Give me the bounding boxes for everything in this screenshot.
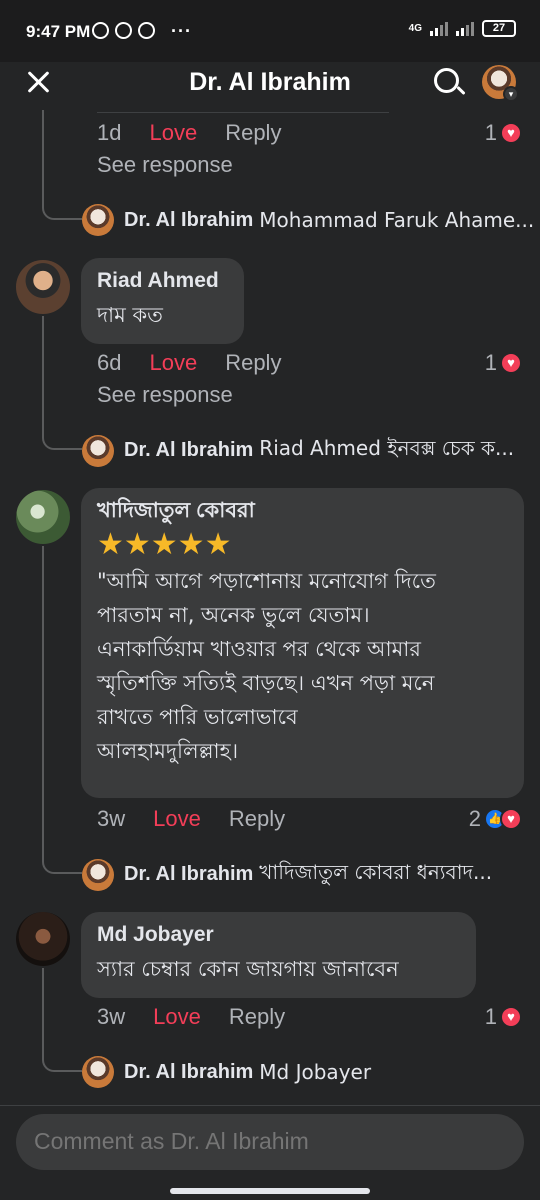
comment-author[interactable]: Riad Ahmed: [97, 268, 228, 294]
avatar: [82, 1056, 114, 1088]
reply-author: Dr. Al Ibrahim: [124, 1060, 254, 1083]
notification-icons: ···: [92, 20, 192, 41]
comment-time: 3w: [97, 1004, 126, 1029]
comment-composer[interactable]: [16, 1114, 524, 1170]
comment-input[interactable]: [34, 1128, 494, 1155]
reaction-summary[interactable]: 1: [485, 1004, 522, 1030]
reply-preview[interactable]: Dr. Al Ibrahim খাদিজাতুল কোবরা ধন্যবাদ..…: [82, 858, 492, 891]
avatar[interactable]: [16, 912, 70, 966]
love-button[interactable]: Love: [149, 120, 197, 146]
thread-connector: [42, 1008, 82, 1072]
shield-icon: [138, 22, 155, 39]
status-bar: 9:47 PM ··· 4G 27: [0, 0, 540, 62]
reaction-summary[interactable]: 1: [485, 120, 522, 146]
avatar: [82, 858, 114, 891]
search-icon[interactable]: [432, 66, 466, 100]
love-button[interactable]: Love: [149, 350, 197, 376]
signal-icon: [430, 21, 448, 36]
comment-bubble[interactable]: Md Jobayer স্যার চেম্বার কোন জায়গায় জা…: [81, 912, 476, 998]
reply-snippet: খাদিজাতুল কোবরা ধন্যবাদ...: [259, 860, 493, 884]
reaction-count: 1: [484, 350, 497, 375]
heart-icon: [500, 1006, 522, 1028]
thread-connector: [42, 150, 82, 220]
status-time: 9:47 PM: [26, 22, 91, 41]
reaction-summary[interactable]: 2: [469, 806, 522, 832]
home-indicator[interactable]: [170, 1188, 370, 1194]
reply-button[interactable]: Reply: [229, 806, 285, 832]
reply-button[interactable]: Reply: [225, 350, 281, 376]
battery-icon: 27: [482, 20, 516, 37]
avatar: [82, 204, 114, 236]
see-response-link[interactable]: See response: [97, 152, 233, 178]
reply-preview[interactable]: Dr. Al Ibrahim Mohammad Faruk Ahame...: [82, 204, 534, 236]
profile-avatar[interactable]: ▾: [482, 65, 519, 102]
network-label: 4G: [408, 22, 422, 34]
reply-snippet: Md Jobayer: [259, 1060, 372, 1084]
reply-author: Dr. Al Ibrahim: [124, 208, 254, 231]
thread-connector: [42, 806, 82, 874]
love-button[interactable]: Love: [153, 1004, 201, 1030]
more-notifications-icon: ···: [171, 20, 192, 41]
thread-line: [42, 968, 44, 1008]
rating-stars: ★★★★★: [97, 528, 232, 561]
signal-icon-2: [456, 21, 474, 36]
comment-actions: 6d Love Reply: [97, 350, 281, 376]
reply-preview[interactable]: Dr. Al Ibrahim Riad Ahmed ইনবক্স চেক ক..…: [82, 434, 514, 467]
see-response-link[interactable]: See response: [97, 382, 233, 408]
comment-author[interactable]: Md Jobayer: [97, 922, 460, 948]
comments-thread[interactable]: 1d Love Reply 1 See response Dr. Al Ibra…: [0, 110, 540, 1105]
comment-time: 6d: [97, 350, 122, 375]
thread-line: [42, 316, 44, 376]
avatar[interactable]: [16, 260, 70, 314]
comment-text: স্যার চেম্বার কোন জায়গায় জানাবেন: [97, 957, 399, 981]
system-icons: 4G 27: [409, 20, 516, 37]
heart-icon: [500, 808, 522, 830]
comment-bubble[interactable]: খাদিজাতুল কোবরা ★★★★★ "আমি আগে পড়াশোনায…: [81, 488, 524, 798]
reaction-count: 1: [484, 1004, 497, 1029]
comment-time: 1d: [97, 120, 122, 145]
thread-connector: [42, 376, 82, 450]
avatar: [82, 434, 114, 467]
comment-actions: 1d Love Reply: [97, 120, 281, 146]
chevron-down-icon[interactable]: ▾: [503, 86, 519, 102]
comment-author[interactable]: খাদিজাতুল কোবরা: [97, 498, 508, 524]
divider: [97, 112, 389, 113]
reply-snippet: Riad Ahmed ইনবক্স চেক ক...: [259, 436, 515, 460]
whatsapp-icon: [92, 22, 109, 39]
comment-time: 3w: [97, 806, 126, 831]
heart-icon: [500, 122, 522, 144]
reaction-summary[interactable]: 1: [485, 350, 522, 376]
reply-snippet: Mohammad Faruk Ahame...: [259, 208, 535, 232]
love-button[interactable]: Love: [153, 806, 201, 832]
avatar[interactable]: [16, 490, 70, 544]
comment-text: "আমি আগে পড়াশোনায় মনোযোগ দিতে পারতাম ন…: [97, 569, 436, 763]
thread-line: [42, 110, 44, 150]
messenger-icon: [115, 22, 132, 39]
comment-text: দাম কত: [97, 303, 163, 327]
reply-author: Dr. Al Ibrahim: [124, 863, 254, 885]
reply-button[interactable]: Reply: [225, 120, 281, 146]
comment-bubble[interactable]: Riad Ahmed দাম কত: [81, 258, 244, 344]
heart-icon: [500, 352, 522, 374]
reply-button[interactable]: Reply: [229, 1004, 285, 1030]
reply-author: Dr. Al Ibrahim: [124, 439, 254, 461]
reaction-count: 2: [468, 806, 481, 831]
header: Dr. Al Ibrahim ▾: [0, 62, 540, 110]
reply-preview[interactable]: Dr. Al Ibrahim Md Jobayer: [82, 1056, 371, 1088]
comment-actions: 3w Love Reply: [97, 806, 285, 832]
reaction-count: 1: [484, 120, 497, 145]
comment-actions: 3w Love Reply: [97, 1004, 285, 1030]
comment-composer-area: [0, 1105, 540, 1200]
thread-line: [42, 546, 44, 806]
